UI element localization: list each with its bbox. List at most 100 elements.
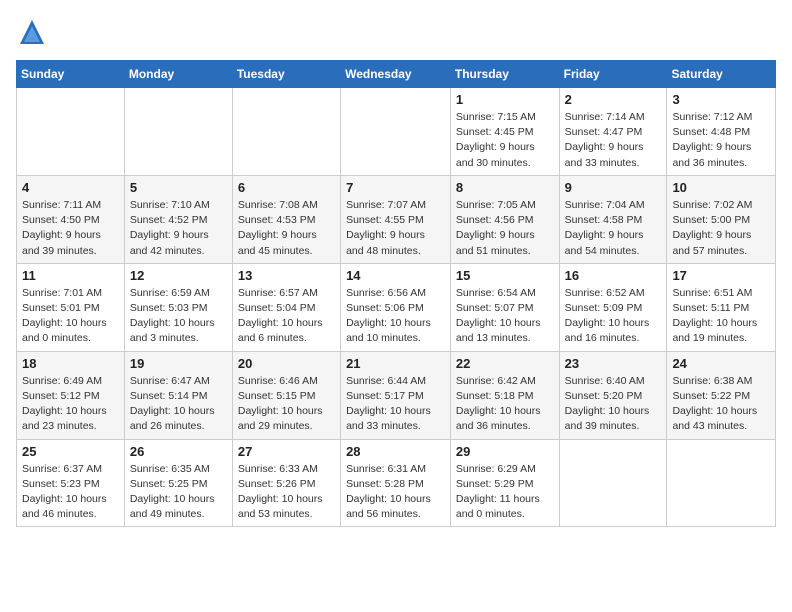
calendar-cell bbox=[559, 439, 667, 527]
calendar-week-row: 11 Sunrise: 7:01 AMSunset: 5:01 PMDayligh… bbox=[17, 263, 776, 351]
calendar-cell: 4 Sunrise: 7:11 AMSunset: 4:50 PMDaylight… bbox=[17, 175, 125, 263]
day-number: 16 bbox=[565, 268, 662, 283]
day-number: 9 bbox=[565, 180, 662, 195]
day-number: 11 bbox=[22, 268, 119, 283]
calendar-cell: 18 Sunrise: 6:49 AMSunset: 5:12 PMDayligh… bbox=[17, 351, 125, 439]
col-header-friday: Friday bbox=[559, 61, 667, 88]
day-info: Sunrise: 7:11 AMSunset: 4:50 PMDaylight:… bbox=[22, 198, 119, 259]
day-info: Sunrise: 7:15 AMSunset: 4:45 PMDaylight:… bbox=[456, 110, 554, 171]
day-info: Sunrise: 6:35 AMSunset: 5:25 PMDaylight:… bbox=[130, 462, 227, 523]
calendar-cell: 23 Sunrise: 6:40 AMSunset: 5:20 PMDayligh… bbox=[559, 351, 667, 439]
day-info: Sunrise: 6:57 AMSunset: 5:04 PMDaylight:… bbox=[238, 286, 335, 347]
calendar-cell: 14 Sunrise: 6:56 AMSunset: 5:06 PMDayligh… bbox=[341, 263, 451, 351]
day-number: 27 bbox=[238, 444, 335, 459]
col-header-sunday: Sunday bbox=[17, 61, 125, 88]
day-number: 8 bbox=[456, 180, 554, 195]
calendar-cell: 12Sunrise: 6:59 AMSunset: 5:03 PMDayligh… bbox=[124, 263, 232, 351]
calendar-cell: 20 Sunrise: 6:46 AMSunset: 5:15 PMDayligh… bbox=[232, 351, 340, 439]
day-info: Sunrise: 6:52 AMSunset: 5:09 PMDaylight:… bbox=[565, 286, 662, 347]
day-info: Sunrise: 7:10 AMSunset: 4:52 PMDaylight:… bbox=[130, 198, 227, 259]
day-info: Sunrise: 6:54 AMSunset: 5:07 PMDaylight:… bbox=[456, 286, 554, 347]
day-number: 20 bbox=[238, 356, 335, 371]
day-number: 2 bbox=[565, 92, 662, 107]
day-info: Sunrise: 7:12 AMSunset: 4:48 PMDaylight:… bbox=[672, 110, 770, 171]
day-info: Sunrise: 6:29 AMSunset: 5:29 PMDaylight:… bbox=[456, 462, 554, 523]
calendar-cell: 9 Sunrise: 7:04 AMSunset: 4:58 PMDaylight… bbox=[559, 175, 667, 263]
calendar-cell bbox=[17, 88, 125, 176]
day-info: Sunrise: 6:38 AMSunset: 5:22 PMDaylight:… bbox=[672, 374, 770, 435]
day-info: Sunrise: 6:49 AMSunset: 5:12 PMDaylight:… bbox=[22, 374, 119, 435]
page-header bbox=[16, 16, 776, 48]
day-number: 19 bbox=[130, 356, 227, 371]
calendar-cell: 8Sunrise: 7:05 AMSunset: 4:56 PMDaylight… bbox=[450, 175, 559, 263]
day-info: Sunrise: 7:14 AMSunset: 4:47 PMDaylight:… bbox=[565, 110, 662, 171]
calendar-cell: 13 Sunrise: 6:57 AMSunset: 5:04 PMDayligh… bbox=[232, 263, 340, 351]
day-info: Sunrise: 6:56 AMSunset: 5:06 PMDaylight:… bbox=[346, 286, 445, 347]
day-info: Sunrise: 6:40 AMSunset: 5:20 PMDaylight:… bbox=[565, 374, 662, 435]
day-number: 4 bbox=[22, 180, 119, 195]
day-number: 1 bbox=[456, 92, 554, 107]
col-header-thursday: Thursday bbox=[450, 61, 559, 88]
day-number: 6 bbox=[238, 180, 335, 195]
calendar-cell bbox=[124, 88, 232, 176]
calendar-cell: 21 Sunrise: 6:44 AMSunset: 5:17 PMDayligh… bbox=[341, 351, 451, 439]
calendar-cell bbox=[341, 88, 451, 176]
calendar-header-row: SundayMondayTuesdayWednesdayThursdayFrid… bbox=[17, 61, 776, 88]
calendar-week-row: 1 Sunrise: 7:15 AMSunset: 4:45 PMDaylight… bbox=[17, 88, 776, 176]
day-info: Sunrise: 7:02 AMSunset: 5:00 PMDaylight:… bbox=[672, 198, 770, 259]
col-header-monday: Monday bbox=[124, 61, 232, 88]
calendar-cell: 7 Sunrise: 7:07 AMSunset: 4:55 PMDaylight… bbox=[341, 175, 451, 263]
day-number: 21 bbox=[346, 356, 445, 371]
logo bbox=[16, 16, 52, 48]
day-info: Sunrise: 6:37 AMSunset: 5:23 PMDaylight:… bbox=[22, 462, 119, 523]
calendar-cell: 1 Sunrise: 7:15 AMSunset: 4:45 PMDaylight… bbox=[450, 88, 559, 176]
day-number: 5 bbox=[130, 180, 227, 195]
day-info: Sunrise: 7:01 AMSunset: 5:01 PMDaylight:… bbox=[22, 286, 119, 347]
day-number: 18 bbox=[22, 356, 119, 371]
day-info: Sunrise: 7:04 AMSunset: 4:58 PMDaylight:… bbox=[565, 198, 662, 259]
day-number: 17 bbox=[672, 268, 770, 283]
calendar-cell bbox=[232, 88, 340, 176]
day-info: Sunrise: 7:07 AMSunset: 4:55 PMDaylight:… bbox=[346, 198, 445, 259]
col-header-wednesday: Wednesday bbox=[341, 61, 451, 88]
calendar-cell: 28 Sunrise: 6:31 AMSunset: 5:28 PMDayligh… bbox=[341, 439, 451, 527]
day-number: 10 bbox=[672, 180, 770, 195]
day-info: Sunrise: 6:51 AMSunset: 5:11 PMDaylight:… bbox=[672, 286, 770, 347]
calendar-cell: 22 Sunrise: 6:42 AMSunset: 5:18 PMDayligh… bbox=[450, 351, 559, 439]
calendar-cell: 11 Sunrise: 7:01 AMSunset: 5:01 PMDayligh… bbox=[17, 263, 125, 351]
day-info: Sunrise: 7:08 AMSunset: 4:53 PMDaylight:… bbox=[238, 198, 335, 259]
day-number: 26 bbox=[130, 444, 227, 459]
day-number: 25 bbox=[22, 444, 119, 459]
day-info: Sunrise: 6:44 AMSunset: 5:17 PMDaylight:… bbox=[346, 374, 445, 435]
day-number: 3 bbox=[672, 92, 770, 107]
day-info: Sunrise: 6:42 AMSunset: 5:18 PMDaylight:… bbox=[456, 374, 554, 435]
day-number: 24 bbox=[672, 356, 770, 371]
calendar-table: SundayMondayTuesdayWednesdayThursdayFrid… bbox=[16, 60, 776, 527]
calendar-cell: 5 Sunrise: 7:10 AMSunset: 4:52 PMDaylight… bbox=[124, 175, 232, 263]
day-info: Sunrise: 6:47 AMSunset: 5:14 PMDaylight:… bbox=[130, 374, 227, 435]
calendar-cell: 27Sunrise: 6:33 AMSunset: 5:26 PMDayligh… bbox=[232, 439, 340, 527]
day-number: 12 bbox=[130, 268, 227, 283]
day-number: 22 bbox=[456, 356, 554, 371]
calendar-cell: 29Sunrise: 6:29 AMSunset: 5:29 PMDayligh… bbox=[450, 439, 559, 527]
calendar-week-row: 4 Sunrise: 7:11 AMSunset: 4:50 PMDaylight… bbox=[17, 175, 776, 263]
calendar-cell: 16 Sunrise: 6:52 AMSunset: 5:09 PMDayligh… bbox=[559, 263, 667, 351]
col-header-saturday: Saturday bbox=[667, 61, 776, 88]
calendar-cell: 26 Sunrise: 6:35 AMSunset: 5:25 PMDayligh… bbox=[124, 439, 232, 527]
calendar-cell: 24 Sunrise: 6:38 AMSunset: 5:22 PMDayligh… bbox=[667, 351, 776, 439]
day-number: 15 bbox=[456, 268, 554, 283]
calendar-week-row: 18 Sunrise: 6:49 AMSunset: 5:12 PMDayligh… bbox=[17, 351, 776, 439]
calendar-cell: 25 Sunrise: 6:37 AMSunset: 5:23 PMDayligh… bbox=[17, 439, 125, 527]
day-number: 23 bbox=[565, 356, 662, 371]
calendar-cell: 10 Sunrise: 7:02 AMSunset: 5:00 PMDayligh… bbox=[667, 175, 776, 263]
calendar-week-row: 25 Sunrise: 6:37 AMSunset: 5:23 PMDayligh… bbox=[17, 439, 776, 527]
day-number: 28 bbox=[346, 444, 445, 459]
day-number: 13 bbox=[238, 268, 335, 283]
day-info: Sunrise: 6:46 AMSunset: 5:15 PMDaylight:… bbox=[238, 374, 335, 435]
calendar-cell: 3 Sunrise: 7:12 AMSunset: 4:48 PMDaylight… bbox=[667, 88, 776, 176]
day-number: 7 bbox=[346, 180, 445, 195]
calendar-cell: 17 Sunrise: 6:51 AMSunset: 5:11 PMDayligh… bbox=[667, 263, 776, 351]
day-info: Sunrise: 6:31 AMSunset: 5:28 PMDaylight:… bbox=[346, 462, 445, 523]
day-number: 14 bbox=[346, 268, 445, 283]
calendar-cell bbox=[667, 439, 776, 527]
